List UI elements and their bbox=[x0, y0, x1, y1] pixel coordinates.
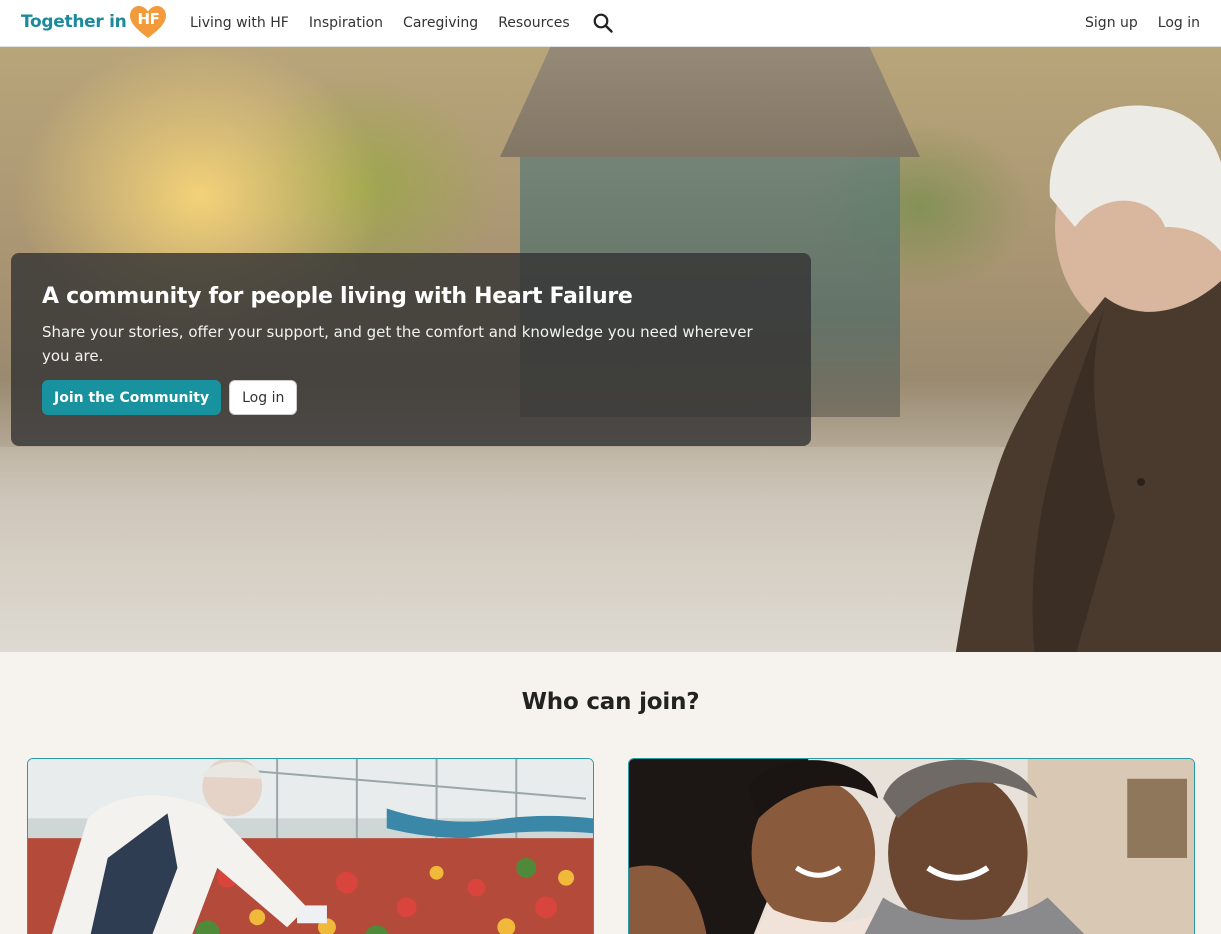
card-caregiver[interactable] bbox=[628, 758, 1195, 934]
site-header: Together in HF Living with HF Inspiratio… bbox=[0, 0, 1221, 47]
who-can-join-title: Who can join? bbox=[521, 689, 700, 715]
join-community-button[interactable]: Join the Community bbox=[42, 380, 222, 415]
nav-caregiving[interactable]: Caregiving bbox=[403, 15, 478, 31]
hero-subtitle: Share your stories, offer your support, … bbox=[42, 323, 753, 365]
hero-background-gazebo-roof bbox=[500, 47, 920, 157]
hero-actions: Join the Community Log in bbox=[42, 380, 779, 415]
caregiver-women-image bbox=[629, 759, 1194, 934]
hero-title: A community for people living with Heart… bbox=[42, 284, 633, 309]
card-person-with-hf[interactable] bbox=[27, 758, 594, 934]
logo-text: Together in bbox=[21, 12, 127, 32]
hero-login-button[interactable]: Log in bbox=[229, 380, 298, 415]
signup-link[interactable]: Sign up bbox=[1085, 15, 1138, 31]
nav-living-with-hf[interactable]: Living with HF bbox=[190, 15, 289, 31]
gardening-woman-image bbox=[28, 759, 593, 934]
nav-resources[interactable]: Resources bbox=[498, 15, 570, 31]
main-nav: Living with HF Inspiration Caregiving Re… bbox=[190, 0, 590, 46]
heart-logo-icon: HF bbox=[129, 5, 167, 39]
nav-inspiration[interactable]: Inspiration bbox=[309, 15, 383, 31]
logo-badge: HF bbox=[137, 10, 160, 28]
hero-banner: A community for people living with Heart… bbox=[0, 47, 1221, 652]
hero-person-image bbox=[955, 105, 1221, 652]
site-logo[interactable]: Together in HF bbox=[21, 5, 167, 39]
search-icon[interactable] bbox=[592, 12, 614, 34]
auth-links: Sign up Log in bbox=[1065, 0, 1200, 46]
hero-card: A community for people living with Heart… bbox=[11, 253, 811, 446]
login-link[interactable]: Log in bbox=[1158, 15, 1200, 31]
